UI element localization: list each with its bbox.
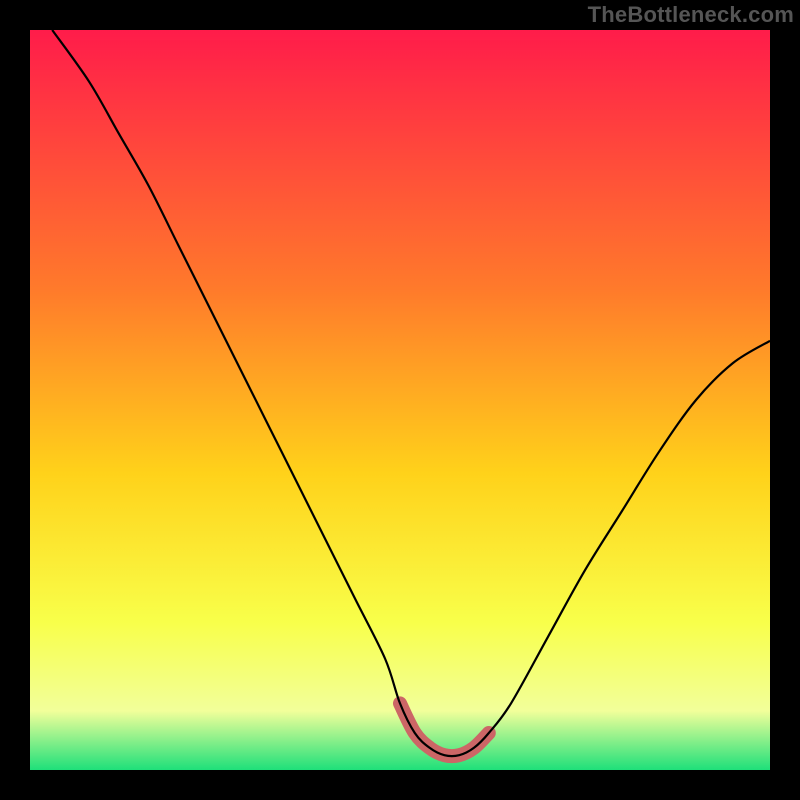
plot-area <box>30 30 770 770</box>
background-gradient <box>30 30 770 770</box>
watermark-text: TheBottleneck.com <box>588 2 794 28</box>
chart-canvas: TheBottleneck.com <box>0 0 800 800</box>
